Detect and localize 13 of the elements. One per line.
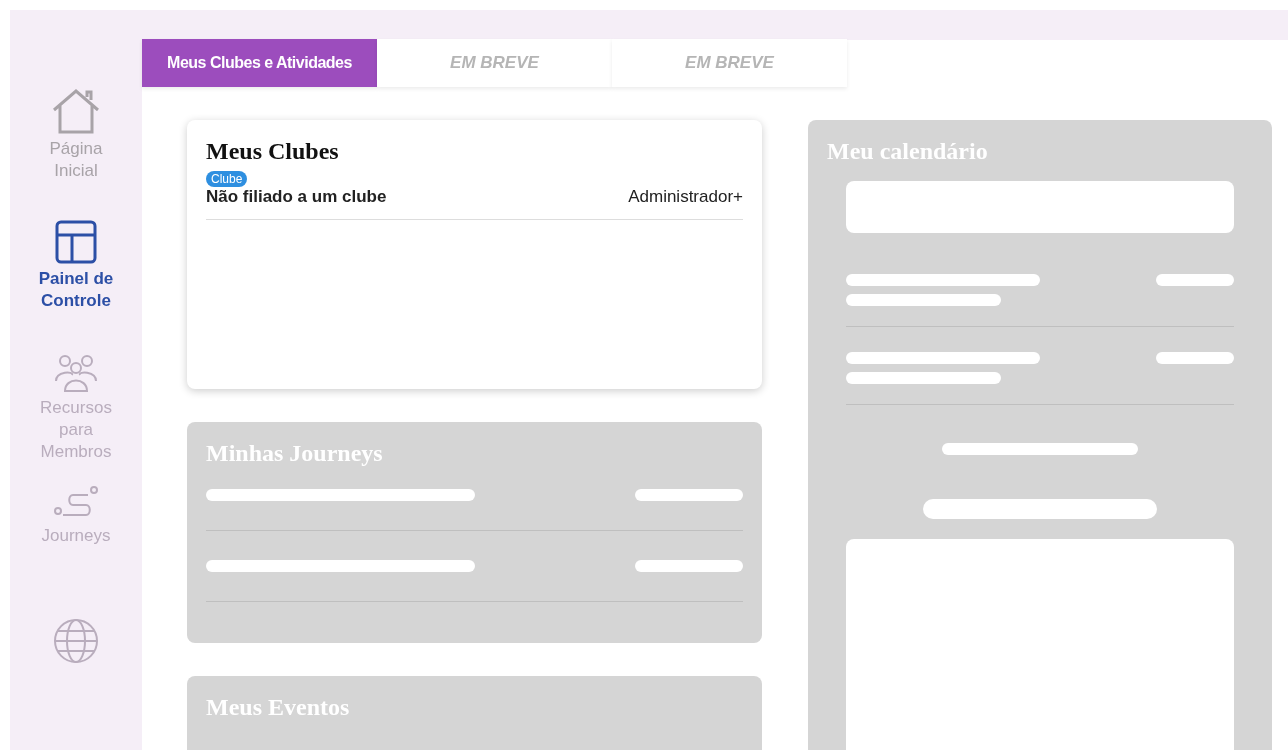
tab[interactable]: EM BREVE	[377, 39, 612, 87]
club-tag: Clube	[206, 171, 248, 187]
tab[interactable]: Meus Clubes e Atividades	[142, 39, 377, 87]
globe-icon	[53, 617, 99, 664]
card-title: Meus Clubes	[206, 138, 340, 165]
sidebar-item[interactable]: Painel de Controle	[16, 220, 136, 353]
dashboard-icon	[55, 220, 97, 265]
sidebar-item[interactable]: Página Inicial	[16, 88, 136, 221]
tab[interactable]: EM BREVE	[612, 39, 847, 87]
house-icon	[51, 88, 101, 134]
people-icon	[53, 352, 99, 393]
role-label: Administrador+	[628, 187, 743, 207]
club-name: Não filiado a um clube	[206, 187, 387, 207]
